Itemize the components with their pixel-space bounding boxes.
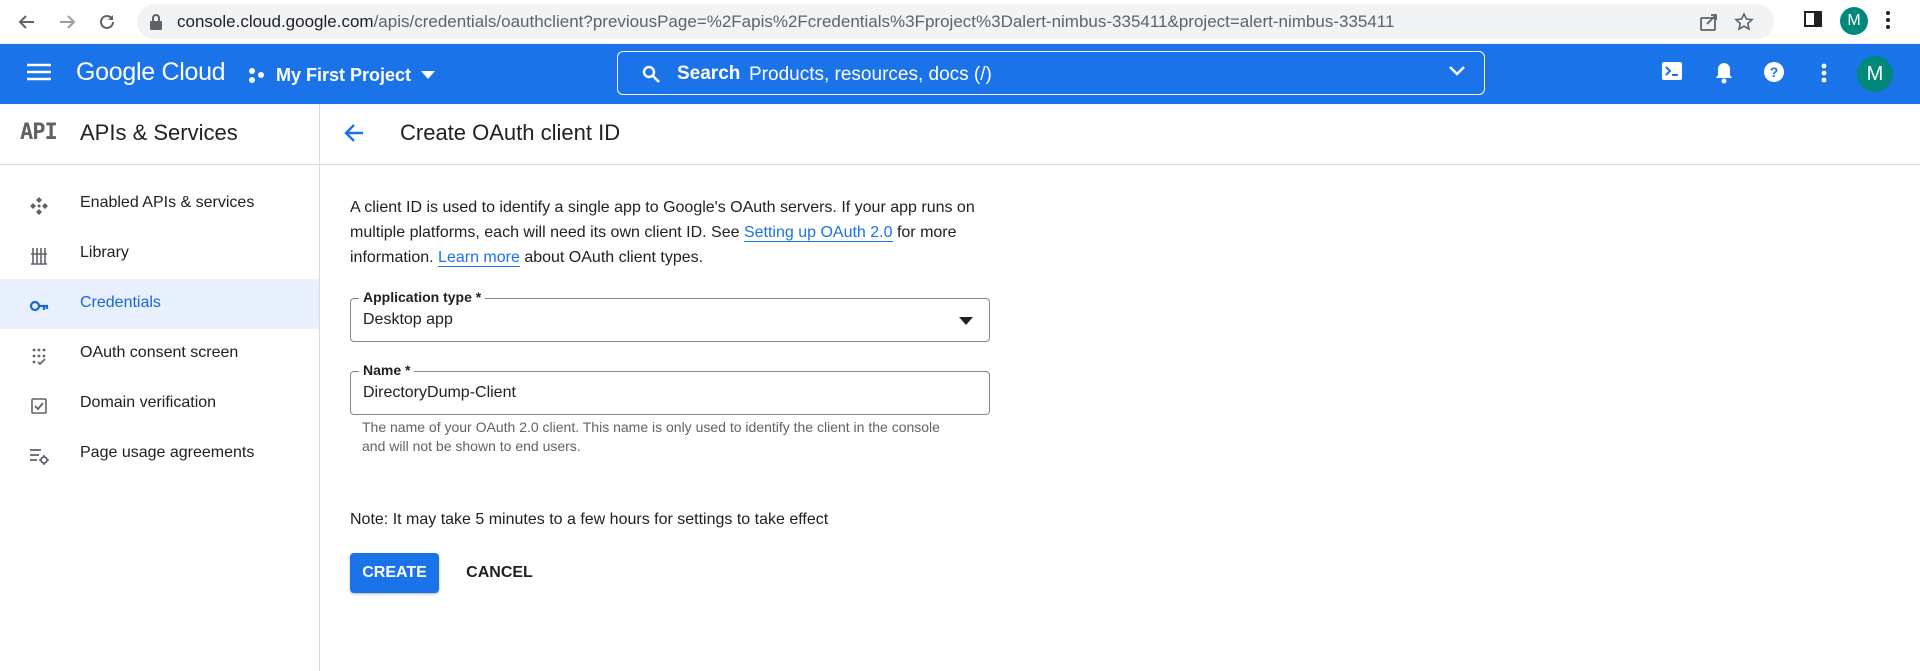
search-icon: [642, 65, 660, 83]
notifications-bell-icon[interactable]: [1715, 62, 1733, 84]
api-badge: API: [20, 120, 58, 145]
create-button[interactable]: CREATE: [350, 553, 439, 593]
browser-toolbar: console.cloud.google.com/apis/credential…: [0, 0, 1920, 44]
consent-icon: [32, 348, 46, 366]
setting-up-oauth-link[interactable]: Setting up OAuth 2.0: [743, 224, 893, 242]
sidebar-item-label: Library: [80, 244, 129, 261]
back-arrow-icon[interactable]: [343, 122, 365, 144]
sidebar-item-label: Page usage agreements: [80, 444, 255, 461]
project-picker[interactable]: My First Project: [248, 58, 436, 92]
sidebar-item-enabled-apis[interactable]: Enabled APIs & services: [0, 179, 319, 229]
hamburger-menu-icon[interactable]: [26, 62, 52, 82]
cloud-header: Google Cloud My First Project Search Pro…: [0, 44, 1920, 104]
sidebar-item-label: Enabled APIs & services: [80, 194, 255, 211]
page-title: Create OAuth client ID: [400, 120, 621, 145]
address-bar[interactable]: console.cloud.google.com/apis/credential…: [137, 4, 1774, 39]
sidebar-item-label: OAuth consent screen: [80, 344, 239, 361]
url-host: console.cloud.google.com: [177, 12, 374, 31]
learn-more-link[interactable]: Learn more: [438, 249, 520, 267]
help-icon[interactable]: ?: [1764, 62, 1784, 82]
arrow-left-icon: [18, 15, 34, 29]
sidebar-header: API APIs & Services: [0, 104, 319, 165]
arrow-right-icon: [60, 15, 76, 29]
search-bar[interactable]: Search Products, resources, docs (/): [617, 51, 1485, 95]
search-label: Search: [677, 63, 741, 84]
project-name: My First Project: [276, 64, 412, 85]
search-placeholder: Products, resources, docs (/): [749, 64, 992, 85]
intro-text-3: about OAuth client types.: [519, 249, 704, 266]
url-text: console.cloud.google.com/apis/credential…: [177, 12, 1394, 32]
svg-text:?: ?: [1770, 64, 1779, 80]
checkbox-icon: [31, 398, 47, 414]
name-label: Name *: [359, 362, 415, 378]
sidebar-item-domain-verification[interactable]: Domain verification: [0, 379, 319, 429]
cancel-button[interactable]: CANCEL: [455, 553, 544, 593]
sidebar-title: APIs & Services: [80, 120, 238, 145]
share-icon[interactable]: [1699, 12, 1719, 32]
apis-icon: [30, 197, 48, 215]
sidebar-item-library[interactable]: Library: [0, 229, 319, 279]
note-text: Note: It may take 5 minutes to a few hou…: [350, 511, 829, 528]
page-header: Create OAuth client ID: [320, 104, 1920, 165]
sidebar-item-label: Domain verification: [80, 394, 217, 411]
name-field[interactable]: Name * DirectoryDump-Client: [350, 362, 990, 415]
caret-down-icon: [421, 71, 436, 79]
key-icon: [29, 300, 49, 312]
application-type-value: Desktop app: [363, 311, 453, 328]
name-value[interactable]: DirectoryDump-Client: [363, 384, 516, 402]
browser-profile-avatar[interactable]: M: [1840, 7, 1868, 35]
reload-icon: [100, 14, 114, 29]
more-options-icon[interactable]: [1821, 62, 1827, 84]
dropdown-arrow-icon: [959, 317, 973, 325]
reload-button[interactable]: [94, 9, 120, 35]
library-icon: [31, 248, 47, 265]
chevron-down-icon[interactable]: [1448, 65, 1466, 77]
sidebar-item-page-usage[interactable]: Page usage agreements: [0, 429, 319, 479]
url-path: /apis/credentials/oauthclient?previousPa…: [373, 12, 1395, 31]
settings-list-icon: [30, 449, 49, 465]
left-nav: API APIs & Services Enabled APIs & servi…: [0, 104, 320, 671]
intro-text: A client ID is used to identify a single…: [350, 195, 990, 270]
google-cloud-logo[interactable]: Google Cloud: [76, 58, 226, 87]
sidebar-item-credentials[interactable]: Credentials: [0, 279, 319, 329]
cloud-shell-icon[interactable]: [1662, 62, 1682, 80]
side-panel-icon[interactable]: [1803, 9, 1823, 29]
bookmark-star-icon[interactable]: [1734, 12, 1754, 32]
account-avatar[interactable]: M: [1857, 56, 1893, 92]
browser-menu-icon[interactable]: [1885, 9, 1891, 31]
name-helper-text: The name of your OAuth 2.0 client. This …: [362, 419, 940, 454]
application-type-select[interactable]: Application type * Desktop app: [350, 289, 990, 342]
sidebar-item-oauth-consent[interactable]: OAuth consent screen: [0, 329, 319, 379]
project-dots-icon: [249, 68, 264, 83]
application-type-label: Application type *: [359, 289, 486, 305]
lock-icon: [150, 14, 162, 30]
forward-button[interactable]: [54, 9, 80, 35]
sidebar-item-label: Credentials: [80, 294, 161, 311]
back-button[interactable]: [14, 9, 40, 35]
